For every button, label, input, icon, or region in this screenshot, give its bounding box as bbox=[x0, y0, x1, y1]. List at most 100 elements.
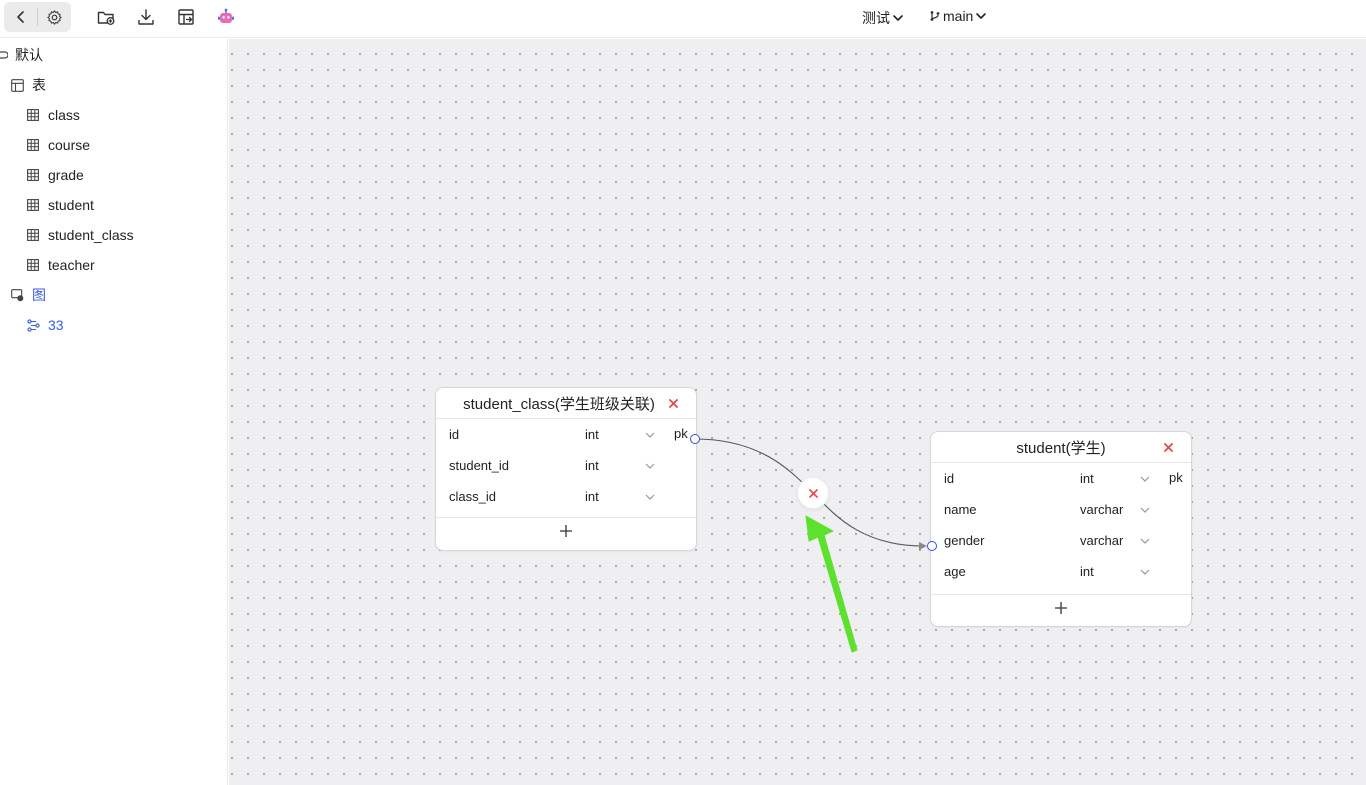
back-button[interactable] bbox=[4, 2, 37, 32]
primary-key-badge: pk bbox=[674, 426, 688, 441]
gear-icon bbox=[47, 9, 62, 25]
sidebar-item-label: 33 bbox=[48, 317, 64, 333]
tree-group-diagrams[interactable]: 图 bbox=[10, 284, 46, 306]
tree-group-diagrams-label: 图 bbox=[32, 287, 46, 303]
plus-icon bbox=[1055, 601, 1067, 614]
sidebar-item-table[interactable]: class bbox=[26, 104, 80, 126]
collapse-icon bbox=[0, 48, 8, 62]
field-name: id bbox=[944, 471, 955, 486]
chevron-down-icon[interactable] bbox=[644, 460, 656, 472]
delete-relation-button[interactable] bbox=[797, 477, 829, 509]
chevron-down-icon[interactable] bbox=[1139, 473, 1151, 485]
table-icon bbox=[26, 198, 40, 212]
table-node-title: student(学生) bbox=[1016, 439, 1106, 457]
sidebar-item-label: class bbox=[48, 107, 80, 123]
table-icon bbox=[26, 108, 40, 122]
table-node-student-class[interactable]: student_class(学生班级关联) id int pk student_… bbox=[435, 387, 697, 551]
field-name: class_id bbox=[449, 489, 496, 504]
table-node-header[interactable]: student_class(学生班级关联) bbox=[436, 388, 696, 419]
diagram-canvas[interactable] bbox=[229, 39, 1366, 785]
table-icon bbox=[26, 228, 40, 242]
branch-selector[interactable]: main bbox=[929, 8, 987, 24]
field-type: int bbox=[1080, 564, 1094, 579]
close-icon bbox=[1163, 442, 1173, 452]
table-icon bbox=[26, 138, 40, 152]
export-table-button[interactable] bbox=[174, 5, 198, 29]
field-type: varchar bbox=[1080, 533, 1124, 548]
tree-group-tables-label: 表 bbox=[32, 77, 46, 93]
table-node-header[interactable]: student(学生) bbox=[931, 432, 1191, 463]
download-icon bbox=[138, 9, 154, 25]
table-icon bbox=[26, 168, 40, 182]
sidebar-item-table[interactable]: student bbox=[26, 194, 94, 216]
top-toolbar: 测试 main bbox=[0, 0, 1366, 38]
table-row[interactable]: class_id int bbox=[436, 481, 696, 512]
delete-table-button[interactable] bbox=[1161, 440, 1175, 454]
table-row[interactable]: student_id int bbox=[436, 450, 696, 481]
field-type: int bbox=[585, 427, 599, 442]
sidebar-item-diagram[interactable]: 33 bbox=[26, 314, 64, 336]
field-name: student_id bbox=[449, 458, 509, 473]
table-row[interactable]: id int pk bbox=[436, 419, 696, 450]
add-field-button[interactable] bbox=[436, 517, 696, 543]
settings-button[interactable] bbox=[38, 2, 71, 32]
sidebar-item-label: student_class bbox=[48, 227, 134, 243]
field-type: varchar bbox=[1080, 502, 1124, 517]
sidebar-item-table[interactable]: teacher bbox=[26, 254, 95, 276]
field-name: id bbox=[449, 427, 460, 442]
chevron-down-icon[interactable] bbox=[1139, 504, 1151, 516]
field-type: int bbox=[585, 489, 599, 504]
branch-name: main bbox=[943, 8, 974, 24]
nav-button-group bbox=[4, 2, 71, 32]
chevron-down-icon[interactable] bbox=[644, 491, 656, 503]
project-selector[interactable]: 测试 bbox=[862, 8, 904, 28]
relation-port-source[interactable] bbox=[690, 434, 700, 444]
sidebar-item-label: teacher bbox=[48, 257, 95, 273]
project-name: 测试 bbox=[862, 10, 890, 26]
diagram-icon bbox=[26, 318, 40, 332]
sidebar-item-label: student bbox=[48, 197, 94, 213]
folder-add-icon bbox=[97, 11, 115, 25]
close-icon bbox=[668, 398, 678, 408]
tree-group-tables[interactable]: 表 bbox=[10, 74, 46, 96]
add-field-button[interactable] bbox=[931, 594, 1191, 620]
plus-icon bbox=[560, 524, 572, 537]
chevron-down-icon bbox=[893, 15, 903, 21]
relation-port-target[interactable] bbox=[927, 541, 937, 551]
download-button[interactable] bbox=[134, 5, 158, 29]
chevron-down-icon bbox=[976, 13, 987, 19]
chevron-down-icon[interactable] bbox=[1139, 535, 1151, 547]
table-node-student[interactable]: student(学生) id int pk name varchar gende… bbox=[930, 431, 1192, 627]
table-export-icon bbox=[178, 9, 194, 25]
field-name: name bbox=[944, 502, 977, 517]
table-node-title: student_class(学生班级关联) bbox=[463, 395, 655, 413]
chevron-down-icon[interactable] bbox=[644, 429, 656, 441]
sidebar-item-table[interactable]: course bbox=[26, 134, 90, 156]
primary-key-badge: pk bbox=[1169, 470, 1183, 485]
tree-root[interactable]: 默认 bbox=[0, 44, 43, 66]
sidebar-item-label: grade bbox=[48, 167, 84, 183]
delete-table-button[interactable] bbox=[666, 396, 680, 410]
field-type: int bbox=[585, 458, 599, 473]
sidebar-item-label: course bbox=[48, 137, 91, 153]
table-row[interactable]: gender varchar bbox=[931, 525, 1191, 556]
field-name: age bbox=[944, 564, 966, 579]
field-name: gender bbox=[944, 533, 985, 548]
sidebar-item-table[interactable]: grade bbox=[26, 164, 84, 186]
table-icon bbox=[26, 258, 40, 272]
git-branch-icon bbox=[930, 11, 940, 21]
tree-root-label: 默认 bbox=[15, 47, 43, 63]
sidebar: 默认 表 class course grade student student_… bbox=[0, 39, 228, 785]
table-row[interactable]: name varchar bbox=[931, 494, 1191, 525]
robot-icon bbox=[218, 8, 234, 23]
field-type: int bbox=[1080, 471, 1094, 486]
close-icon bbox=[808, 488, 818, 498]
table-group-icon bbox=[10, 78, 24, 92]
table-row[interactable]: id int pk bbox=[931, 463, 1191, 494]
chevron-down-icon[interactable] bbox=[1139, 566, 1151, 578]
sidebar-item-table[interactable]: student_class bbox=[26, 224, 134, 246]
diagram-group-icon bbox=[10, 288, 24, 302]
ai-assistant-button[interactable] bbox=[214, 5, 238, 29]
new-folder-button[interactable] bbox=[94, 5, 118, 29]
table-row[interactable]: age int bbox=[931, 556, 1191, 587]
